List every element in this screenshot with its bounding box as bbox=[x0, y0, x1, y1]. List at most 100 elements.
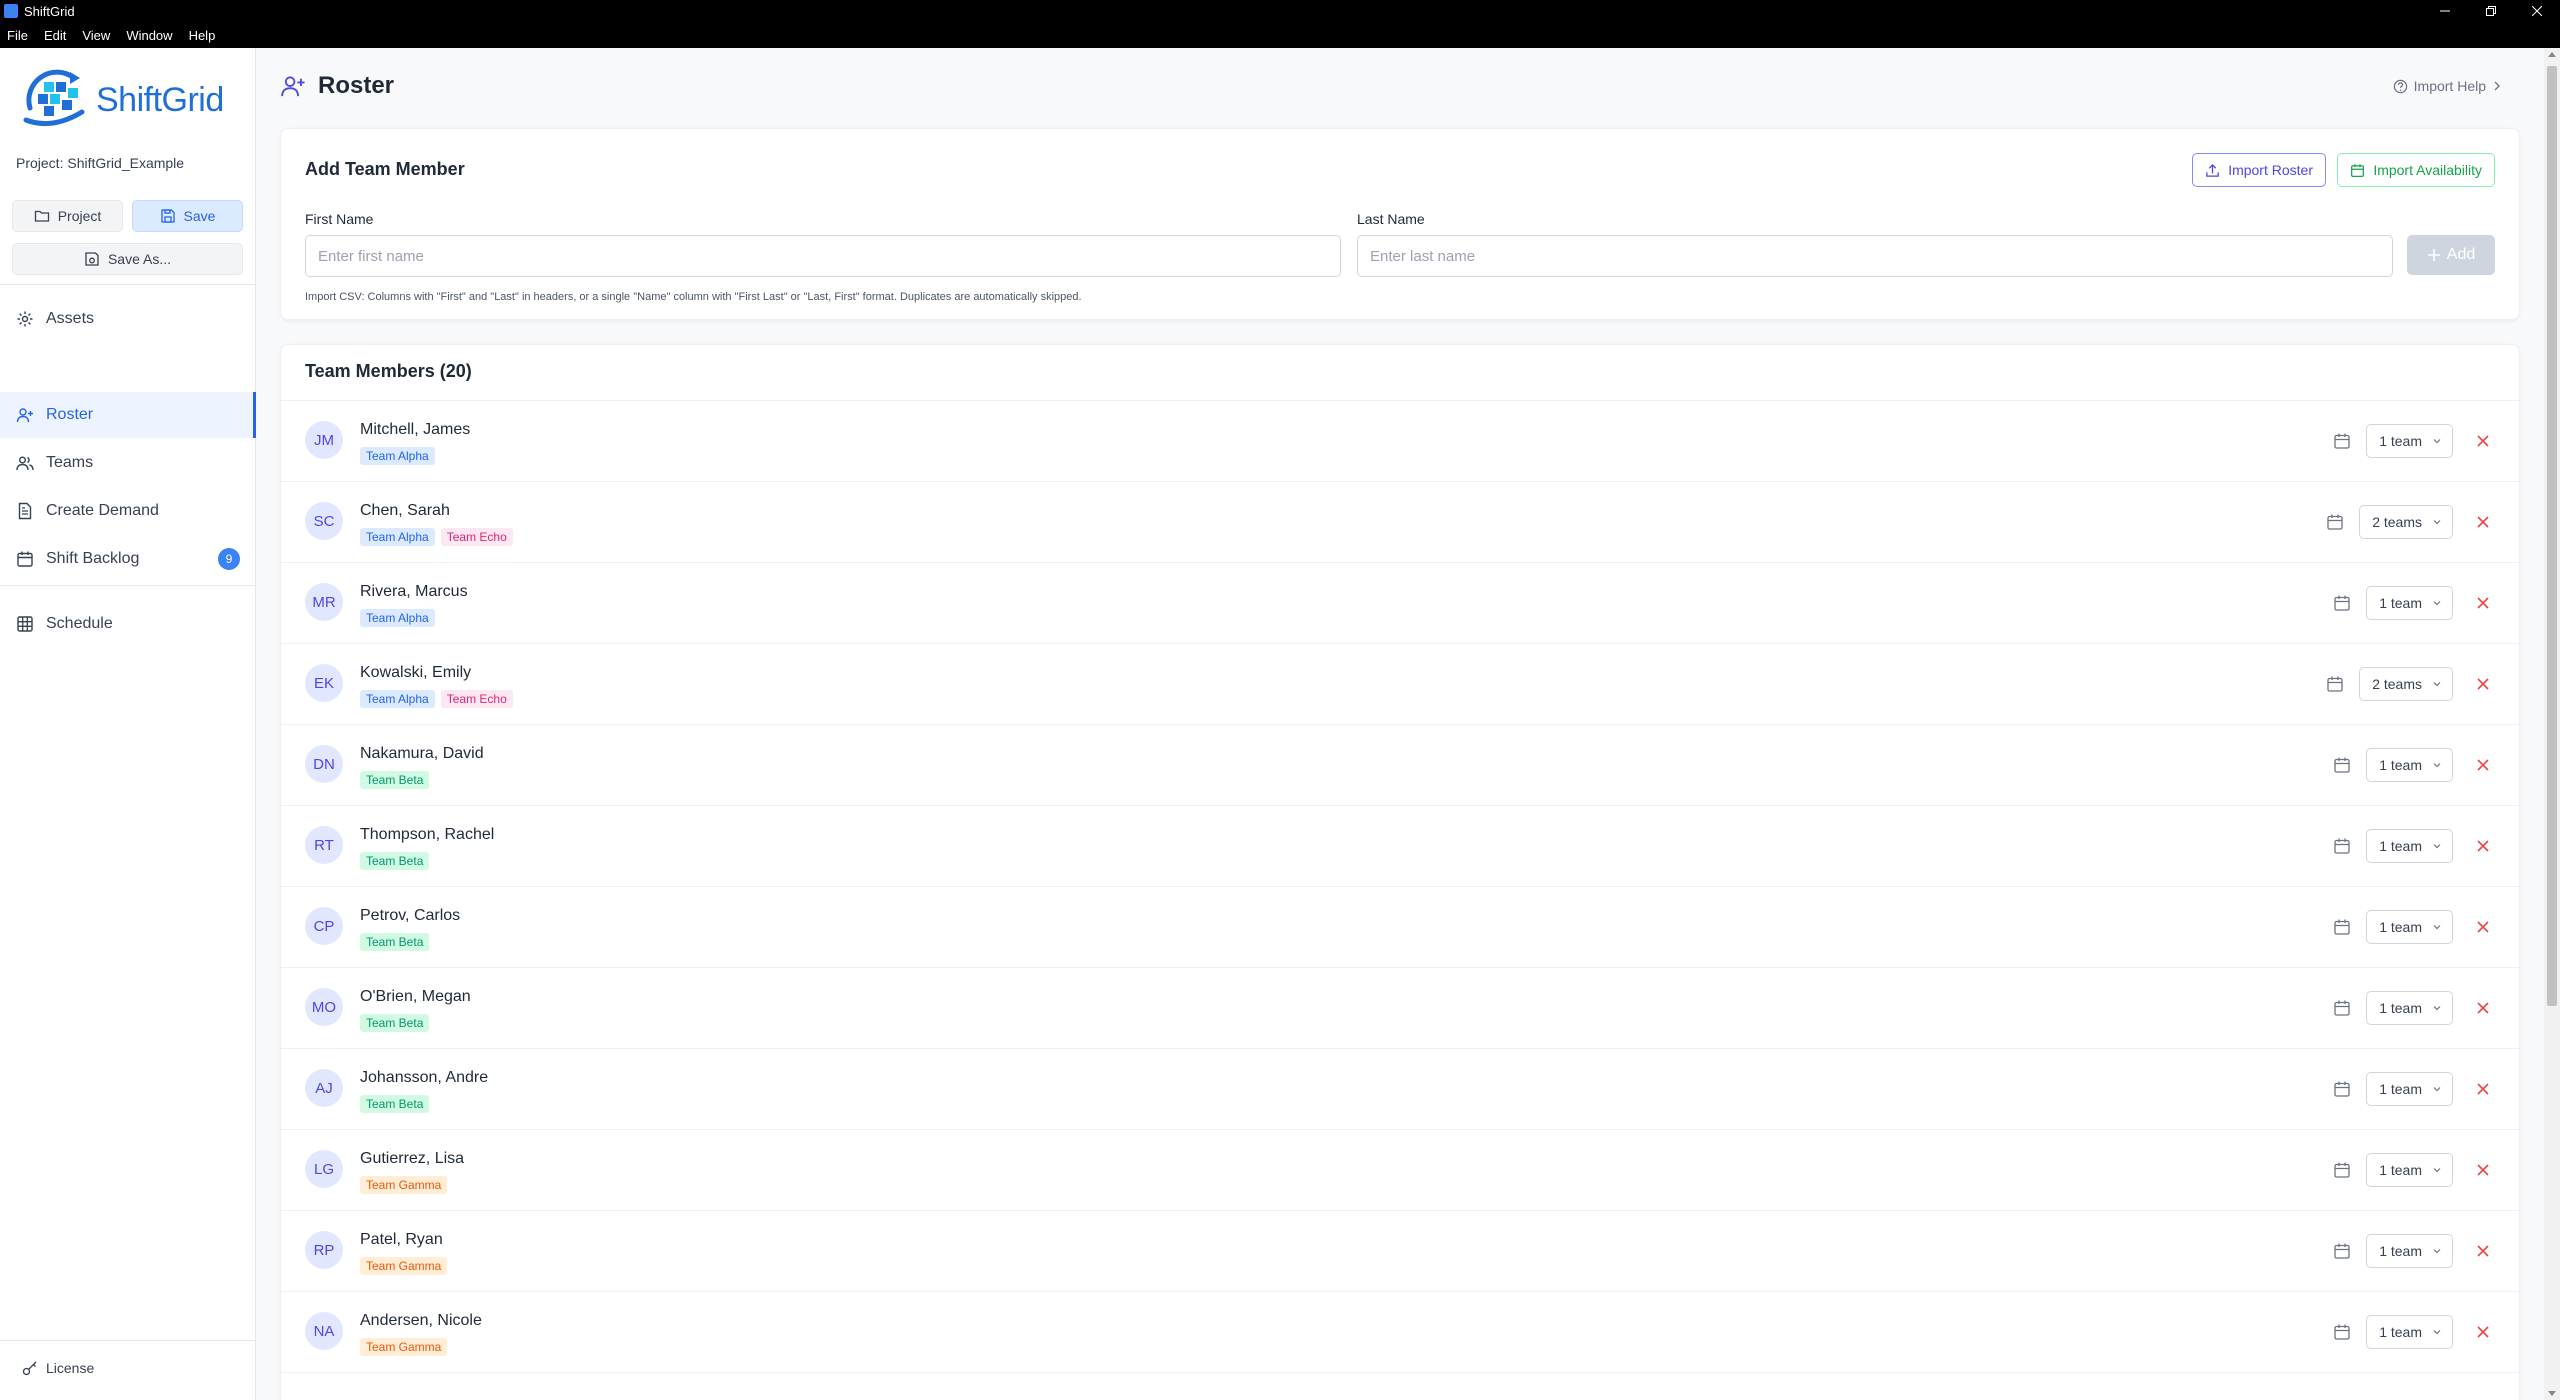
team-tags: Team Beta bbox=[360, 852, 430, 870]
scrollbar-thumb[interactable] bbox=[2547, 66, 2557, 1006]
scrollbar[interactable] bbox=[2544, 48, 2560, 1400]
availability-calendar-icon[interactable] bbox=[2323, 510, 2347, 534]
availability-calendar-icon[interactable] bbox=[2330, 1077, 2354, 1101]
team-assignment-select[interactable]: 1 team bbox=[2366, 1153, 2453, 1187]
team-assignment-select[interactable]: 1 team bbox=[2366, 1315, 2453, 1349]
last-name-input[interactable] bbox=[1357, 235, 2393, 277]
scroll-up-icon[interactable] bbox=[2548, 52, 2556, 57]
team-members-list: JM Mitchell, James Team Alpha 1 team SC … bbox=[281, 401, 2519, 1373]
team-assignment-select[interactable]: 1 team bbox=[2366, 424, 2453, 458]
add-member-button[interactable]: Add bbox=[2407, 235, 2495, 275]
sidebar-item-label: Teams bbox=[46, 454, 94, 471]
availability-calendar-icon[interactable] bbox=[2330, 1239, 2354, 1263]
license-label: License bbox=[46, 1360, 95, 1376]
row-actions: 1 team bbox=[2330, 1152, 2495, 1188]
team-tags: Team Beta bbox=[360, 771, 430, 789]
member-name: Nakamura, David bbox=[360, 745, 484, 762]
remove-member-icon[interactable] bbox=[2471, 753, 2495, 777]
table-row: MR Rivera, Marcus Team Alpha 1 team bbox=[281, 563, 2519, 644]
team-assignment-select[interactable]: 2 teams bbox=[2359, 505, 2453, 539]
availability-calendar-icon[interactable] bbox=[2330, 753, 2354, 777]
chevron-down-icon bbox=[2433, 1006, 2441, 1011]
import-roster-button[interactable]: Import Roster bbox=[2192, 153, 2326, 187]
remove-member-icon[interactable] bbox=[2471, 915, 2495, 939]
member-name: Thompson, Rachel bbox=[360, 826, 495, 843]
member-name: Gutierrez, Lisa bbox=[360, 1150, 465, 1167]
team-tags: Team Beta bbox=[360, 1014, 430, 1032]
license-link[interactable]: License bbox=[22, 1360, 94, 1376]
upload-icon bbox=[2206, 163, 2219, 177]
row-actions: 1 team bbox=[2330, 585, 2495, 621]
first-name-input[interactable] bbox=[305, 235, 1341, 277]
import-help-link[interactable]: Import Help bbox=[2393, 78, 2502, 94]
team-count-label: 1 team bbox=[2379, 919, 2422, 935]
team-assignment-select[interactable]: 1 team bbox=[2366, 910, 2453, 944]
save-as-button[interactable]: Save As... bbox=[12, 243, 243, 275]
sidebar: ShiftGrid Project: ShiftGrid_Example Pro… bbox=[0, 48, 256, 1400]
remove-member-icon[interactable] bbox=[2471, 1077, 2495, 1101]
team-members-header: Team Members (20) bbox=[281, 345, 2519, 401]
team-assignment-select[interactable]: 1 team bbox=[2366, 748, 2453, 782]
availability-calendar-icon[interactable] bbox=[2330, 591, 2354, 615]
project-button[interactable]: Project bbox=[12, 200, 123, 232]
sidebar-item-roster[interactable]: Roster bbox=[0, 392, 256, 438]
team-count-label: 1 team bbox=[2379, 1243, 2422, 1259]
minimize-icon[interactable] bbox=[2422, 0, 2468, 22]
page-header: Roster bbox=[280, 72, 394, 100]
last-name-label: Last Name bbox=[1357, 211, 1425, 227]
help-circle-icon bbox=[2393, 79, 2407, 93]
team-tags: Team Beta bbox=[360, 1095, 430, 1113]
avatar: AJ bbox=[305, 1069, 343, 1107]
remove-member-icon[interactable] bbox=[2471, 672, 2495, 696]
remove-member-icon[interactable] bbox=[2471, 591, 2495, 615]
team-assignment-select[interactable]: 2 teams bbox=[2359, 667, 2453, 701]
availability-calendar-icon[interactable] bbox=[2323, 672, 2347, 696]
team-assignment-select[interactable]: 1 team bbox=[2366, 991, 2453, 1025]
save-button[interactable]: Save bbox=[132, 200, 243, 232]
menu-window[interactable]: Window bbox=[126, 28, 172, 43]
save-icon bbox=[160, 209, 175, 223]
remove-member-icon[interactable] bbox=[2471, 1239, 2495, 1263]
team-tag: Team Beta bbox=[360, 933, 430, 951]
row-actions: 2 teams bbox=[2323, 504, 2495, 540]
menu-view[interactable]: View bbox=[82, 28, 110, 43]
import-availability-button[interactable]: Import Availability bbox=[2337, 153, 2495, 187]
team-tag: Team Alpha bbox=[360, 528, 435, 546]
restore-icon[interactable] bbox=[2468, 0, 2514, 22]
logo-text: ShiftGrid bbox=[96, 80, 224, 119]
remove-member-icon[interactable] bbox=[2471, 510, 2495, 534]
remove-member-icon[interactable] bbox=[2471, 1320, 2495, 1344]
team-assignment-select[interactable]: 1 team bbox=[2366, 586, 2453, 620]
row-actions: 1 team bbox=[2330, 990, 2495, 1026]
sidebar-item-shift-backlog[interactable]: Shift Backlog 9 bbox=[0, 536, 256, 582]
team-count-label: 1 team bbox=[2379, 1162, 2422, 1178]
availability-calendar-icon[interactable] bbox=[2330, 834, 2354, 858]
team-assignment-select[interactable]: 1 team bbox=[2366, 1234, 2453, 1268]
table-row: AJ Johansson, Andre Team Beta 1 team bbox=[281, 1049, 2519, 1130]
table-row: DN Nakamura, David Team Beta 1 team bbox=[281, 725, 2519, 806]
team-assignment-select[interactable]: 1 team bbox=[2366, 829, 2453, 863]
menu-edit[interactable]: Edit bbox=[44, 28, 66, 43]
availability-calendar-icon[interactable] bbox=[2330, 915, 2354, 939]
scroll-down-icon[interactable] bbox=[2548, 1391, 2556, 1396]
availability-calendar-icon[interactable] bbox=[2330, 1158, 2354, 1182]
remove-member-icon[interactable] bbox=[2471, 1158, 2495, 1182]
sidebar-item-create-demand[interactable]: Create Demand bbox=[0, 488, 256, 534]
sidebar-item-assets[interactable]: Assets bbox=[0, 296, 256, 342]
table-row: CP Petrov, Carlos Team Beta 1 team bbox=[281, 887, 2519, 968]
sidebar-item-teams[interactable]: Teams bbox=[0, 440, 256, 486]
remove-member-icon[interactable] bbox=[2471, 996, 2495, 1020]
availability-calendar-icon[interactable] bbox=[2330, 996, 2354, 1020]
remove-member-icon[interactable] bbox=[2471, 834, 2495, 858]
menu-help[interactable]: Help bbox=[189, 28, 216, 43]
remove-member-icon[interactable] bbox=[2471, 429, 2495, 453]
team-tags: Team Gamma bbox=[360, 1338, 448, 1356]
menu-file[interactable]: File bbox=[7, 28, 28, 43]
close-window-icon[interactable] bbox=[2514, 0, 2560, 22]
team-tag: Team Alpha bbox=[360, 609, 435, 627]
sidebar-item-schedule[interactable]: Schedule bbox=[0, 601, 256, 647]
availability-calendar-icon[interactable] bbox=[2330, 429, 2354, 453]
availability-calendar-icon[interactable] bbox=[2330, 1320, 2354, 1344]
row-actions: 1 team bbox=[2330, 747, 2495, 783]
team-assignment-select[interactable]: 1 team bbox=[2366, 1072, 2453, 1106]
